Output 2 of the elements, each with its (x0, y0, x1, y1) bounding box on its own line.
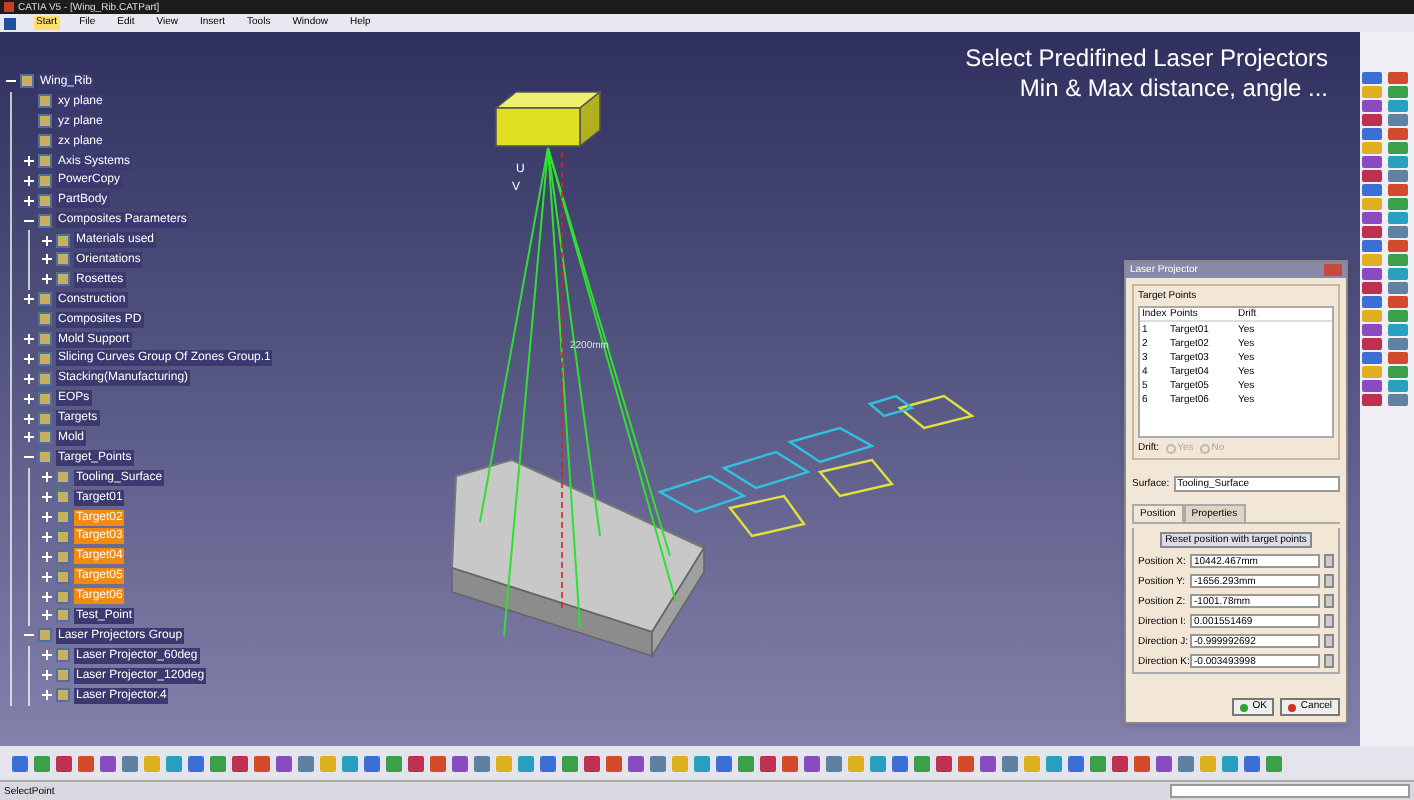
caption-text: Select Predifined Laser Projectors (965, 44, 1330, 74)
caption-text: Min & Max distance, angle ... (1019, 74, 1330, 104)
